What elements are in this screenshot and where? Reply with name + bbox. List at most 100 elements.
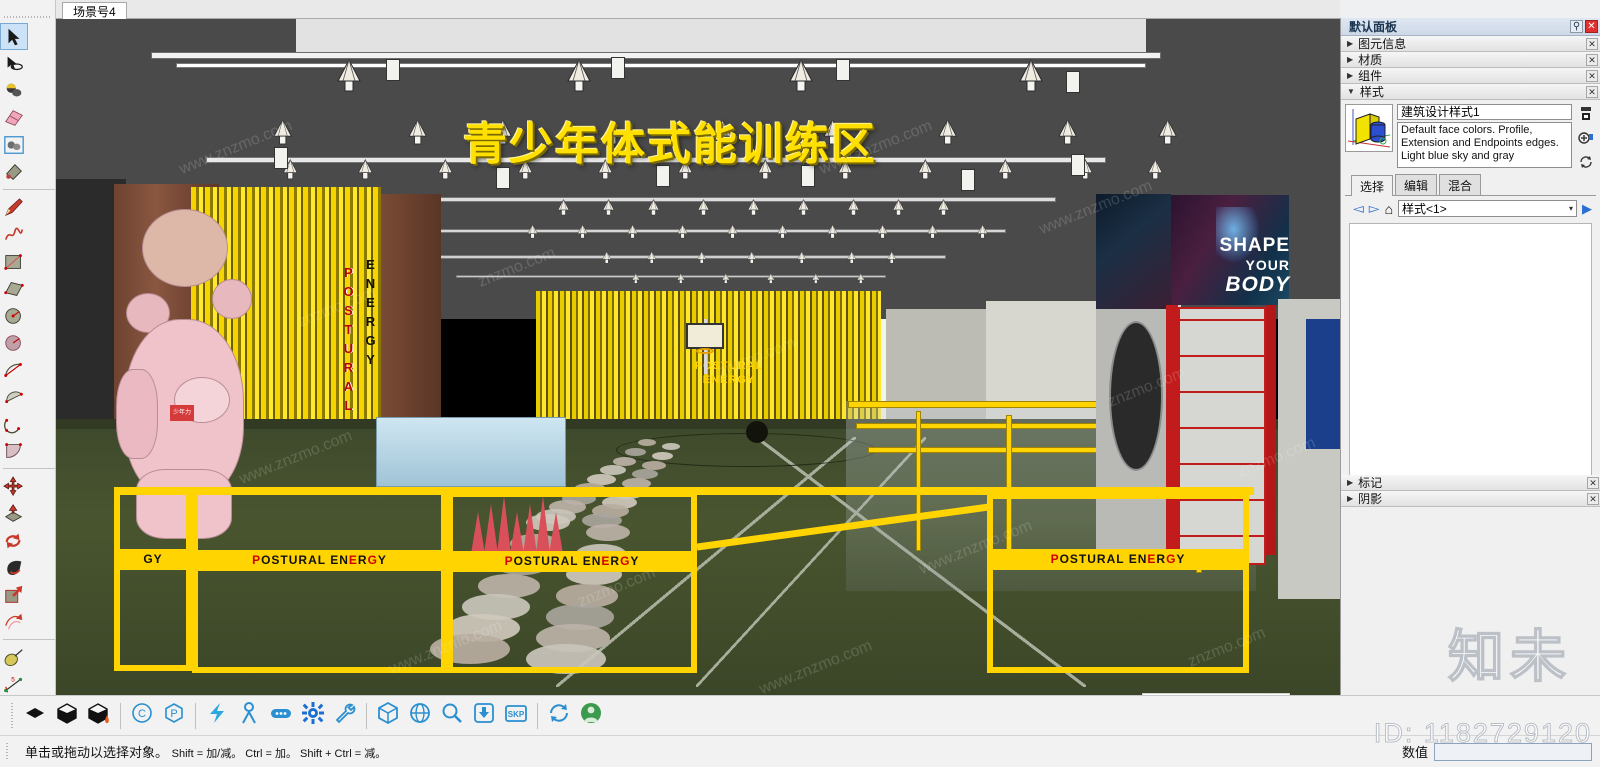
three-point-arc-tool[interactable] xyxy=(0,410,28,437)
panel-title-label: 默认面板 xyxy=(1349,20,1398,34)
render-button[interactable] xyxy=(83,700,115,732)
style-tab-选择[interactable]: 选择 xyxy=(1351,175,1394,196)
tower-screen-left xyxy=(1096,194,1171,309)
tape-measure-tool[interactable] xyxy=(0,644,28,671)
style-thumbnail[interactable] xyxy=(1345,104,1393,152)
chevron-down-icon[interactable]: ▾ xyxy=(1569,204,1573,213)
group-box-icon xyxy=(3,134,25,156)
close-icon[interactable]: ✕ xyxy=(1585,20,1598,33)
group-tool[interactable] xyxy=(0,131,28,158)
rotated-rectangle-tool[interactable] xyxy=(0,275,28,302)
gym-banner-title: 青少年体式能训练区 xyxy=(463,119,877,170)
line-tool[interactable] xyxy=(0,194,28,221)
select-tool[interactable] xyxy=(0,23,28,50)
freehand-tool[interactable] xyxy=(0,221,28,248)
globe-button[interactable] xyxy=(404,700,436,732)
dimension-icon: 5 xyxy=(3,674,25,696)
lightning-button[interactable] xyxy=(201,700,233,732)
ceiling-lamp xyxy=(776,223,789,239)
arc-tool[interactable] xyxy=(0,356,28,383)
refresh-style-icon[interactable] xyxy=(1578,154,1594,170)
chevron-right-icon[interactable]: ▶ xyxy=(1347,55,1353,64)
section-close-icon[interactable]: ✕ xyxy=(1587,492,1599,505)
follow-me-tool[interactable] xyxy=(0,554,28,581)
panel-section-样式[interactable]: ▼ 样式 ✕ xyxy=(1341,84,1600,100)
section-close-icon[interactable]: ✕ xyxy=(1586,37,1598,50)
scale-tool[interactable] xyxy=(0,581,28,608)
sync-button[interactable] xyxy=(543,700,575,732)
rectangle-tool[interactable] xyxy=(0,248,28,275)
section-close-icon[interactable]: ✕ xyxy=(1586,85,1598,98)
bottom-toolbar-grip[interactable] xyxy=(10,702,15,729)
tower-shelf-line xyxy=(1180,355,1264,357)
pie-tool[interactable] xyxy=(0,437,28,464)
skp-button[interactable]: SKP xyxy=(500,700,532,732)
panel-section-阴影[interactable]: ▶ 阴影 ✕ xyxy=(1341,491,1600,507)
chevron-right-icon[interactable]: ▶ xyxy=(1347,494,1353,503)
railing-panel xyxy=(447,491,697,673)
status-message: 单击或拖动以选择对象。 Shift = 加/减。 Ctrl = 加。 Shift… xyxy=(11,742,386,761)
create-style-icon[interactable] xyxy=(1578,130,1594,146)
style-collection-select[interactable]: 样式<1> ▾ xyxy=(1398,200,1577,217)
toolbar-grip[interactable] xyxy=(4,14,51,20)
home-icon[interactable]: ⌂ xyxy=(1385,201,1393,217)
section-close-icon[interactable]: ✕ xyxy=(1586,53,1598,66)
section-close-icon[interactable]: ✕ xyxy=(1587,476,1599,489)
ceiling-lamp xyxy=(726,223,739,239)
update-style-icon[interactable] xyxy=(1578,106,1594,122)
model-button[interactable] xyxy=(372,700,404,732)
paint-bucket-tool[interactable] xyxy=(0,158,28,185)
model-viewport[interactable]: 青少年体式能训练区 POSTURAL ENERGY POSTURAL ENERG… xyxy=(56,19,1340,695)
hidden-geometry-button[interactable] xyxy=(19,700,51,732)
section-close-icon[interactable]: ✕ xyxy=(1586,69,1598,82)
style-name-field[interactable]: 建筑设计样式1 xyxy=(1397,104,1572,120)
ceiling-lamp xyxy=(846,251,857,264)
diamond-icon xyxy=(23,701,47,730)
component-c-button[interactable]: C xyxy=(126,700,158,732)
back-arrow-icon[interactable]: ◅ xyxy=(1353,200,1364,217)
rotate-tool[interactable] xyxy=(0,527,28,554)
circle-tool[interactable] xyxy=(0,302,28,329)
scene-tab[interactable]: 场景号4 xyxy=(62,2,127,20)
dimension-tool[interactable]: 5 xyxy=(0,671,28,698)
push-pull-tool[interactable] xyxy=(0,500,28,527)
chevron-right-icon[interactable]: ▶ xyxy=(1347,478,1353,487)
panel-section-组件[interactable]: ▶ 组件 ✕ xyxy=(1341,68,1600,84)
component-p-button[interactable]: P xyxy=(158,700,190,732)
chevron-down-icon[interactable]: ▼ xyxy=(1347,87,1355,96)
download-button[interactable] xyxy=(468,700,500,732)
person-button[interactable] xyxy=(233,700,265,732)
panel-section-标记[interactable]: ▶ 标记 ✕ xyxy=(1341,475,1600,491)
account-button[interactable] xyxy=(575,700,607,732)
search-button[interactable] xyxy=(436,700,468,732)
ceiling-lamp xyxy=(796,198,811,216)
make-component-tool[interactable] xyxy=(0,77,28,104)
two-point-arc-tool[interactable] xyxy=(0,383,28,410)
move-tool[interactable] xyxy=(0,473,28,500)
lasso-select-tool[interactable] xyxy=(0,50,28,77)
chevron-right-icon[interactable]: ▶ xyxy=(1347,39,1353,48)
style-collection-list[interactable] xyxy=(1349,223,1592,481)
style-description-field[interactable]: Default face colors. Profile, Extension … xyxy=(1397,122,1572,168)
panel-section-材质[interactable]: ▶ 材质 ✕ xyxy=(1341,52,1600,68)
chevron-right-icon[interactable]: ▶ xyxy=(1347,71,1353,80)
pendant-lamp xyxy=(961,169,975,191)
shaded-view-button[interactable] xyxy=(51,700,83,732)
railing-panel xyxy=(114,489,192,671)
section-label: 阴影 xyxy=(1358,492,1383,506)
forward-arrow-icon[interactable]: ▻ xyxy=(1369,200,1380,217)
style-tab-混合[interactable]: 混合 xyxy=(1439,174,1482,195)
polygon-tool[interactable] xyxy=(0,329,28,356)
offset-tool[interactable] xyxy=(0,608,28,635)
eraser-tool[interactable] xyxy=(0,104,28,131)
style-tab-编辑[interactable]: 编辑 xyxy=(1395,174,1438,195)
pie-icon xyxy=(3,440,25,462)
more-button[interactable] xyxy=(265,700,297,732)
settings-button[interactable] xyxy=(297,700,329,732)
ceiling-lamp xyxy=(886,251,897,264)
style-details-icon[interactable]: ▶ xyxy=(1582,201,1592,217)
lasso-icon xyxy=(3,53,25,75)
pin-icon[interactable]: ⚲ xyxy=(1570,20,1583,33)
wrench-button[interactable] xyxy=(329,700,361,732)
panel-section-图元信息[interactable]: ▶ 图元信息 ✕ xyxy=(1341,36,1600,52)
